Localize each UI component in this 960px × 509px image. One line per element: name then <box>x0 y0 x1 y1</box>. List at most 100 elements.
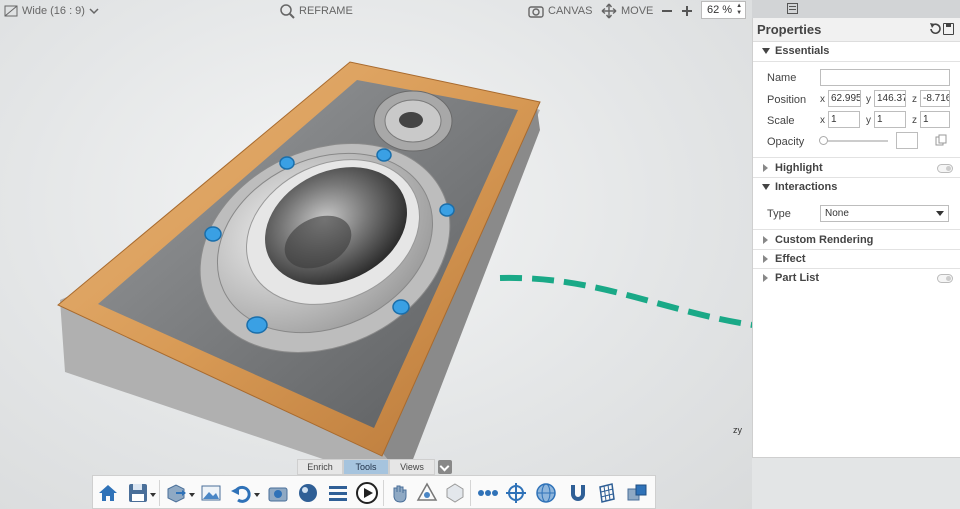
name-label: Name <box>767 72 797 84</box>
custom-rendering-expand-icon[interactable] <box>763 236 768 244</box>
scale-label: Scale <box>767 115 795 127</box>
grid-icon[interactable] <box>595 481 619 505</box>
zoom-out-button[interactable] <box>661 3 673 19</box>
type-select[interactable]: None <box>820 205 949 222</box>
3d-viewport[interactable]: Wide (16 : 9) REFRAME CANVAS MOVE 62 % ▲… <box>0 0 752 509</box>
aspect-selector[interactable]: Wide (16 : 9) <box>4 3 99 19</box>
position-y-axis: y <box>866 94 871 105</box>
panel-collapse-bar[interactable] <box>752 0 960 18</box>
export-icon[interactable] <box>164 481 188 505</box>
essentials-collapse-icon[interactable] <box>762 48 770 54</box>
opacity-slider[interactable] <box>822 140 888 142</box>
globe-icon[interactable] <box>534 481 558 505</box>
aspect-label: Wide (16 : 9) <box>22 5 85 17</box>
tab-tools[interactable]: Tools <box>343 459 389 475</box>
scale-z-field[interactable]: 1 <box>920 111 950 128</box>
reframe-label: REFRAME <box>299 5 353 17</box>
list-icon[interactable] <box>326 481 350 505</box>
bottom-toolbar <box>92 475 656 509</box>
type-label: Type <box>767 208 791 220</box>
zoom-spinner-icon[interactable]: ▲ ▼ <box>736 3 742 17</box>
target-icon[interactable] <box>504 481 528 505</box>
opacity-copy-icon[interactable] <box>935 134 947 146</box>
effect-expand-icon[interactable] <box>763 255 768 263</box>
zoom-in-button[interactable] <box>681 3 693 19</box>
interactions-collapse-icon[interactable] <box>762 184 770 190</box>
reframe-button[interactable]: REFRAME <box>279 3 353 19</box>
section-custom-rendering[interactable]: Custom Rendering <box>775 234 873 246</box>
speaker-model[interactable] <box>0 0 752 509</box>
render-icon[interactable] <box>296 481 320 505</box>
section-effect[interactable]: Effect <box>775 253 806 265</box>
part-list-expand-icon[interactable] <box>763 274 768 282</box>
export-dropdown-icon[interactable] <box>189 493 195 497</box>
highlight-toggle[interactable] <box>937 164 953 173</box>
divider <box>753 268 960 269</box>
position-x-field[interactable]: 62.995 <box>828 90 861 107</box>
separator <box>470 480 471 506</box>
opacity-slider-handle[interactable] <box>819 136 828 145</box>
move-label: MOVE <box>621 5 654 17</box>
canvas-icon <box>528 6 544 18</box>
zoom-field[interactable]: 62 % ▲ ▼ <box>701 1 747 19</box>
section-highlight[interactable]: Highlight <box>775 162 823 174</box>
reset-icon[interactable] <box>929 22 941 36</box>
divider <box>753 61 960 62</box>
divider <box>753 157 960 158</box>
section-essentials[interactable]: Essentials <box>775 45 829 57</box>
save-icon[interactable] <box>943 23 954 35</box>
part-list-toggle[interactable] <box>937 274 953 283</box>
plus-icon <box>682 6 692 16</box>
minus-icon <box>662 10 672 12</box>
opacity-label: Opacity <box>767 136 805 148</box>
move-button[interactable]: MOVE <box>601 3 653 19</box>
explode-icon[interactable] <box>415 481 439 505</box>
connect-icon[interactable] <box>476 481 500 505</box>
parts-icon[interactable] <box>625 481 649 505</box>
position-y-field[interactable]: 146.37 <box>874 90 906 107</box>
canvas-button[interactable]: CANVAS <box>528 3 592 19</box>
position-x-axis: x <box>820 94 825 105</box>
scale-y-axis: y <box>866 115 871 126</box>
highlight-expand-icon[interactable] <box>763 164 768 172</box>
camera-icon[interactable] <box>266 481 290 505</box>
undo-icon[interactable] <box>229 481 253 505</box>
scale-x-axis: x <box>820 115 825 126</box>
scale-x-field[interactable]: 1 <box>828 111 860 128</box>
section-part-list[interactable]: Part List <box>775 272 819 284</box>
opacity-field[interactable] <box>896 132 918 149</box>
bottom-tabs: Enrich Tools Views <box>297 459 452 475</box>
position-label: Position <box>767 94 807 106</box>
tab-views[interactable]: Views <box>389 459 435 475</box>
image-icon[interactable] <box>199 481 223 505</box>
magnet-icon[interactable] <box>566 481 590 505</box>
chevron-down-icon <box>936 211 944 216</box>
panel-header: Properties <box>753 18 960 42</box>
divider <box>753 229 960 230</box>
play-icon[interactable] <box>355 481 379 505</box>
save-dropdown-icon[interactable] <box>150 493 156 497</box>
scale-z-axis: z <box>912 115 917 126</box>
canvas-label: CANVAS <box>548 5 593 17</box>
panel-toggle-icon[interactable] <box>787 3 798 14</box>
section-interactions[interactable]: Interactions <box>775 181 837 193</box>
save-icon[interactable] <box>126 481 150 505</box>
position-z-field[interactable]: -8.7160 <box>920 90 950 107</box>
reframe-icon <box>280 4 295 19</box>
axis-y-label: y <box>737 425 743 435</box>
move-icon <box>601 3 617 19</box>
separator <box>383 480 384 506</box>
tab-enrich[interactable]: Enrich <box>297 459 343 475</box>
separator <box>159 480 160 506</box>
name-field[interactable] <box>820 69 950 86</box>
type-select-value: None <box>825 208 849 219</box>
scale-y-field[interactable]: 1 <box>874 111 906 128</box>
aspect-icon <box>4 5 18 17</box>
home-icon[interactable] <box>96 481 120 505</box>
hand-icon[interactable] <box>388 481 412 505</box>
undo-dropdown-icon[interactable] <box>254 493 260 497</box>
cube-icon[interactable] <box>443 481 467 505</box>
collapse-toolbar-icon[interactable] <box>438 460 452 474</box>
panel-title: Properties <box>757 22 822 37</box>
divider <box>753 249 960 250</box>
